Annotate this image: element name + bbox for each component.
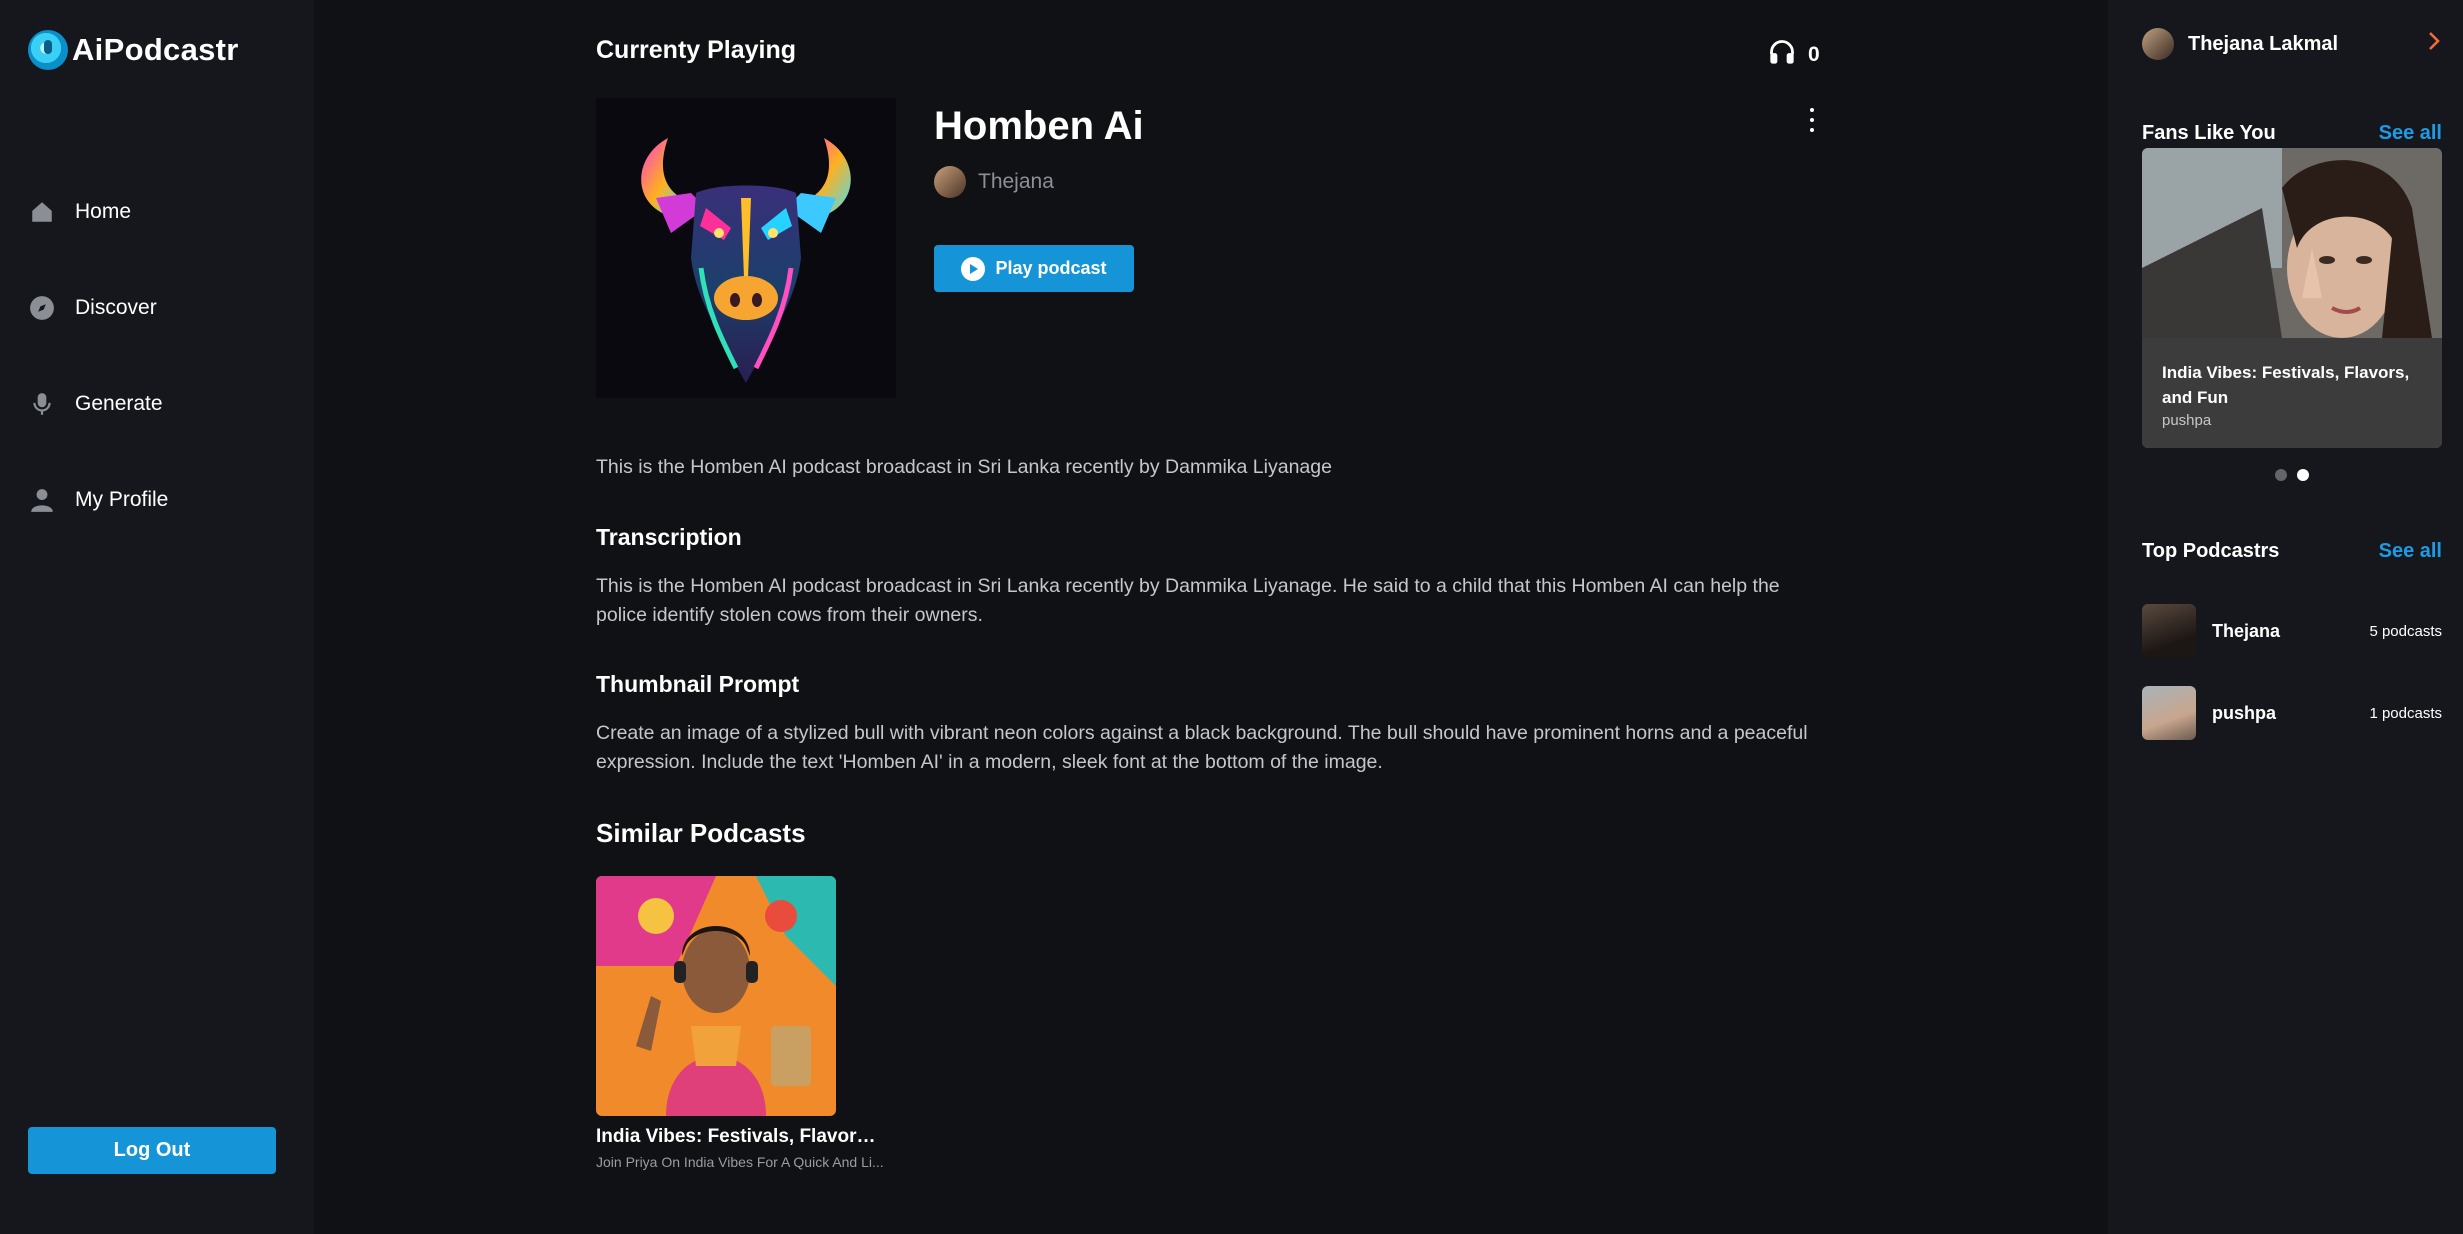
fans-see-all-link[interactable]: See all (2379, 122, 2442, 145)
similar-podcasts-heading: Similar Podcasts (596, 818, 806, 848)
nav-label-my-profile: My Profile (75, 488, 169, 511)
fans-like-you-header: Fans Like You See all (2142, 122, 2442, 145)
nav-item-generate[interactable]: Generate (28, 356, 168, 452)
user-name: Thejana Lakmal (2188, 32, 2339, 55)
brand[interactable]: AiPodcastr (28, 30, 239, 70)
transcription-heading: Transcription (596, 524, 742, 550)
top-podcastr-name: Thejana (2212, 620, 2281, 641)
nav-item-home[interactable]: Home (28, 164, 168, 260)
nav-label-generate: Generate (75, 392, 163, 415)
main-nav: Home Discover Generate My Profile (28, 164, 168, 548)
user-profile-link[interactable]: Thejana Lakmal (2142, 28, 2442, 60)
top-podcastr-row[interactable]: pushpa 1 podcasts (2142, 686, 2442, 740)
fans-like-you-heading: Fans Like You (2142, 122, 2276, 144)
podcast-author[interactable]: Thejana (934, 166, 1054, 198)
more-options-icon[interactable] (1806, 108, 1818, 132)
fan-card-author: pushpa (2162, 412, 2212, 429)
top-podcastr-count: 1 podcasts (2369, 704, 2442, 722)
similar-podcast-card[interactable]: India Vibes: Festivals, Flavors,... Join… (596, 876, 886, 1170)
right-sidebar: Thejana Lakmal Fans Like You See all Ind… (2108, 0, 2463, 1234)
carousel-dot[interactable] (2275, 469, 2287, 481)
chevron-right-icon (2426, 30, 2442, 58)
author-avatar (934, 166, 966, 198)
microphone-icon (28, 391, 55, 418)
podcast-description: This is the Homben AI podcast broadcast … (596, 456, 1332, 478)
listener-count: 0 (1768, 38, 1820, 72)
podcast-logo-icon (28, 30, 68, 70)
home-icon (28, 199, 55, 226)
top-podcastr-name: pushpa (2212, 702, 2277, 723)
top-podcastrs-heading: Top Podcastrs (2142, 540, 2280, 562)
thumbnail-prompt-heading: Thumbnail Prompt (596, 671, 800, 697)
nav-item-discover[interactable]: Discover (28, 260, 168, 356)
top-podcastrs-header: Top Podcastrs See all (2142, 540, 2442, 563)
brand-name: AiPodcastr (72, 32, 239, 67)
compass-icon (28, 295, 55, 322)
top-podcastrs-see-all-link[interactable]: See all (2379, 540, 2442, 563)
listener-count-value: 0 (1808, 43, 1820, 66)
carousel-dots (2275, 469, 2309, 481)
nav-label-discover: Discover (75, 296, 157, 319)
similar-podcast-subtitle: Join Priya On India Vibes For A Quick An… (596, 1154, 884, 1170)
play-icon (961, 256, 986, 281)
fan-card-title: India Vibes: Festivals, Flavors, and Fun (2162, 363, 2410, 407)
top-podcastr-row[interactable]: Thejana 5 podcasts (2142, 604, 2442, 658)
transcription-text: This is the Homben AI podcast broadcast … (596, 575, 1780, 626)
similar-podcast-thumbnail (596, 876, 836, 1116)
play-podcast-button[interactable]: Play podcast (934, 245, 1134, 292)
play-podcast-label: Play podcast (995, 258, 1107, 278)
fan-card-overlay: India Vibes: Festivals, Flavors, and Fun… (2142, 338, 2442, 448)
top-podcastr-count: 5 podcasts (2369, 622, 2442, 640)
similar-podcast-title: India Vibes: Festivals, Flavors,... (596, 1126, 886, 1147)
nav-label-home: Home (75, 200, 132, 223)
thumbnail-prompt-text: Create an image of a stylized bull with … (596, 722, 1808, 773)
top-podcastr-avatar (2142, 686, 2196, 740)
user-avatar (2142, 28, 2174, 60)
podcast-cover-image (596, 98, 896, 398)
top-podcastr-avatar (2142, 604, 2196, 658)
fan-carousel-card[interactable]: India Vibes: Festivals, Flavors, and Fun… (2142, 148, 2442, 448)
user-icon (28, 487, 55, 514)
currently-playing-heading: Currenty Playing (596, 36, 797, 64)
headphones-icon (1768, 38, 1796, 72)
author-name: Thejana (978, 170, 1054, 193)
nav-item-my-profile[interactable]: My Profile (28, 452, 168, 548)
podcast-title: Homben Ai (934, 104, 1144, 148)
carousel-dot[interactable] (2297, 469, 2309, 481)
left-sidebar: AiPodcastr Home Discover Generate My Pro… (0, 0, 314, 1234)
logout-button[interactable]: Log Out (28, 1127, 276, 1174)
